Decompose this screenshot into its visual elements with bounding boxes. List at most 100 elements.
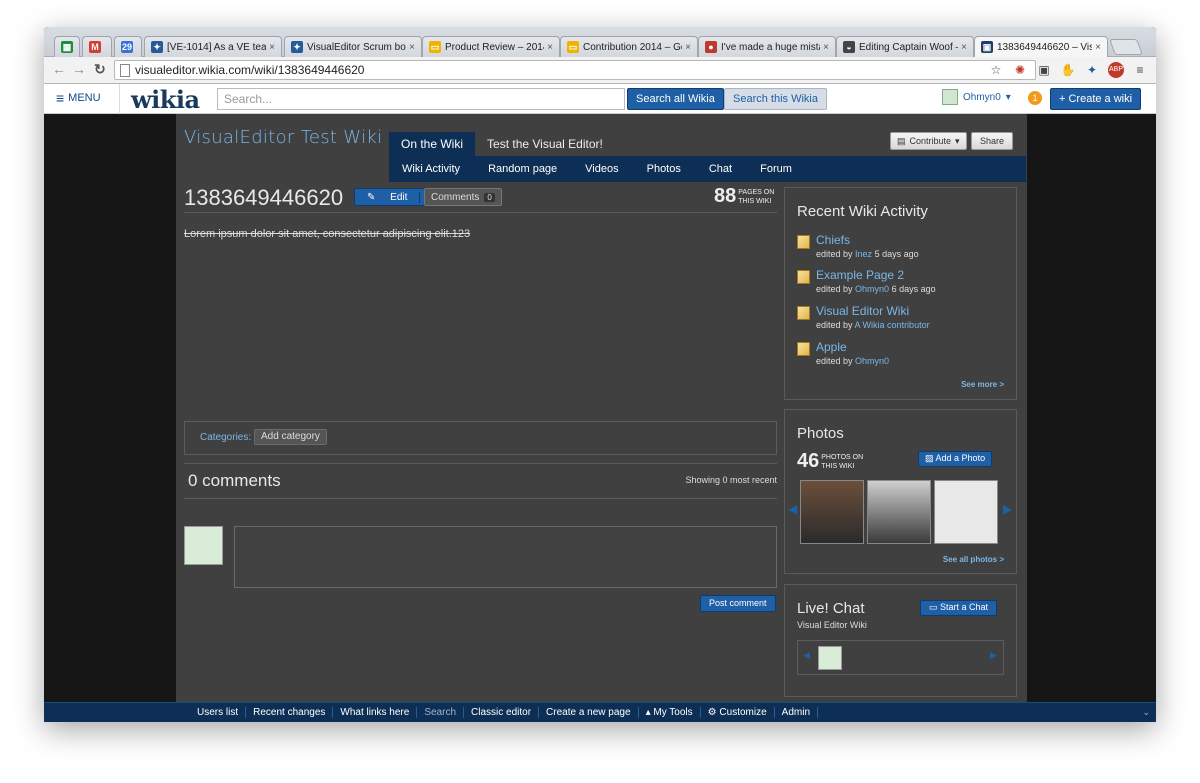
wikia-logo[interactable]: wikia [131, 85, 200, 114]
subnav-random-page[interactable]: Random page [488, 163, 557, 175]
user-menu[interactable]: Ohmyn0 ▾ [942, 89, 1011, 105]
window-icon[interactable]: ▣ [1036, 62, 1052, 78]
photo-thumbnail[interactable] [934, 480, 998, 544]
list-item: Chiefs edited by Inez 5 days ago [797, 233, 919, 259]
star-icon[interactable]: ☆ [988, 62, 1004, 78]
footer-admin[interactable]: Admin [775, 707, 819, 718]
subnav-chat[interactable]: Chat [709, 163, 732, 175]
chevron-right-icon[interactable]: ▶ [1003, 502, 1012, 516]
add-category-button[interactable]: Add category [254, 429, 327, 445]
create-wiki-button[interactable]: + Create a wiki [1050, 88, 1142, 110]
browser-tab[interactable]: ✦ [VE-1014] As a VE team × [144, 36, 282, 57]
activity-user-link[interactable]: Ohmyn0 [855, 284, 889, 294]
search-all-button[interactable]: Search all Wikia [627, 88, 724, 110]
activity-page-link[interactable]: Example Page 2 [816, 268, 936, 282]
hand-icon[interactable]: ✋ [1060, 62, 1076, 78]
chevron-down-icon[interactable]: ⌄ [1142, 707, 1150, 718]
chevron-left-icon[interactable]: ◀ [788, 502, 797, 516]
browser-tab[interactable]: ▦ [54, 36, 80, 57]
add-photo-label: Add a Photo [935, 453, 986, 463]
browser-window: ▦ M 29 ✦ [VE-1014] As a VE team × ✦ VisualEdito… [44, 27, 1156, 722]
start-chat-button[interactable]: ▭ Start a Chat [920, 600, 998, 616]
adblock-icon[interactable]: ABP [1108, 62, 1124, 78]
footer-recent-changes[interactable]: Recent changes [246, 707, 334, 718]
footer-create-page[interactable]: Create a new page [539, 707, 639, 718]
menu-button[interactable]: ≡ MENU [56, 91, 101, 105]
footer-classic-editor[interactable]: Classic editor [464, 707, 540, 718]
close-icon[interactable]: × [1095, 42, 1101, 53]
url-text: visualeditor.wikia.com/wiki/138364944662… [135, 63, 365, 77]
wiki-wordmark[interactable]: VisualEditor Test Wiki [184, 127, 382, 148]
subnav-forum[interactable]: Forum [760, 163, 792, 175]
color-wheel-icon[interactable]: ✺ [1012, 62, 1028, 78]
new-tab-button[interactable] [1109, 39, 1143, 55]
comments-button[interactable]: Comments 0 [424, 188, 502, 206]
activity-user-link[interactable]: Inez [855, 249, 872, 259]
subnav-wiki-activity[interactable]: Wiki Activity [402, 163, 460, 175]
browser-tab[interactable]: M [82, 36, 112, 57]
activity-page-link[interactable]: Visual Editor Wiki [816, 304, 930, 318]
browser-tab[interactable]: ● I've made a huge mista × [698, 36, 836, 57]
close-icon[interactable]: × [961, 42, 967, 53]
close-icon[interactable]: × [685, 42, 691, 53]
activity-by: edited by [816, 356, 853, 366]
post-comment-button[interactable]: Post comment [700, 595, 776, 612]
divider [184, 498, 777, 499]
activity-by: edited by [816, 284, 853, 294]
activity-time: 6 days ago [891, 284, 936, 294]
search-this-button[interactable]: Search this Wikia [724, 88, 827, 110]
browser-tab[interactable]: ✦ VisualEditor Scrum boa × [284, 36, 422, 57]
activity-page-link[interactable]: Chiefs [816, 233, 919, 247]
chevron-left-icon[interactable]: ◀ [803, 650, 810, 661]
subnav-photos[interactable]: Photos [647, 163, 681, 175]
forward-icon[interactable]: → [72, 61, 86, 77]
contribute-button[interactable]: ▤ Contribute ▾ [890, 132, 967, 150]
close-icon[interactable]: × [823, 42, 829, 53]
browser-tab[interactable]: 29 [114, 36, 142, 57]
list-item: Visual Editor Wiki edited by A Wikia con… [797, 304, 930, 330]
footer-search[interactable]: Search [417, 707, 465, 718]
divider [184, 463, 777, 464]
close-icon[interactable]: × [269, 42, 275, 53]
footer-users-list[interactable]: Users list [190, 707, 247, 718]
tab-test-visual-editor[interactable]: Test the Visual Editor! [475, 132, 615, 156]
add-photo-button[interactable]: ▨ Add a Photo [918, 451, 993, 467]
activity-by: edited by [816, 320, 853, 330]
subnav-videos[interactable]: Videos [585, 163, 618, 175]
address-bar[interactable]: visualeditor.wikia.com/wiki/138364944662… [114, 60, 1036, 80]
share-button[interactable]: Share [971, 132, 1014, 150]
jira-icon[interactable]: ✦ [1084, 62, 1100, 78]
activity-user-link[interactable]: Ohmyn0 [855, 356, 889, 366]
back-icon[interactable]: ← [52, 61, 66, 77]
see-all-photos-link[interactable]: See all photos > [943, 555, 1004, 564]
see-more-link[interactable]: See more > [961, 380, 1004, 389]
contribute-label: Contribute [909, 136, 952, 146]
reload-icon[interactable]: ↻ [94, 61, 106, 78]
calendar-icon: 29 [121, 41, 133, 53]
browser-tab[interactable]: ▣ 1383649446620 – Visu × [974, 36, 1108, 57]
browser-tab[interactable]: ◒ Editing Captain Woof – × [836, 36, 974, 57]
avatar[interactable] [818, 646, 842, 670]
tab-on-the-wiki[interactable]: On the Wiki [389, 132, 476, 156]
photo-thumbnail[interactable] [800, 480, 864, 544]
caret-up-icon: ▴ [645, 707, 651, 718]
browser-tab[interactable]: ▭ Product Review – 2014 × [422, 36, 560, 57]
list-item: Example Page 2 edited by Ohmyn0 6 days a… [797, 268, 936, 294]
footer-customize[interactable]: ⚙ Customize [701, 707, 775, 718]
close-icon[interactable]: × [547, 42, 553, 53]
chevron-right-icon[interactable]: ▶ [990, 650, 997, 661]
browser-tab[interactable]: ▭ Contribution 2014 – Go × [560, 36, 698, 57]
search-input[interactable]: Search... [217, 88, 625, 110]
close-icon[interactable]: × [409, 42, 415, 53]
footer-what-links-here[interactable]: What links here [333, 707, 418, 718]
activity-page-link[interactable]: Apple [816, 340, 889, 354]
comment-input[interactable] [234, 526, 777, 588]
photo-count: 46 PHOTOS ON THIS WIKI [797, 450, 865, 473]
menu-icon[interactable]: ≡ [1132, 62, 1148, 78]
activity-user-link[interactable]: A Wikia contributor [855, 320, 930, 330]
photo-thumbnail[interactable] [867, 480, 931, 544]
footer-my-tools[interactable]: ▴ My Tools [639, 707, 701, 718]
notification-badge[interactable]: 1 [1028, 91, 1042, 105]
slides-icon: ▭ [567, 41, 579, 53]
categories-label[interactable]: Categories: [200, 432, 251, 443]
